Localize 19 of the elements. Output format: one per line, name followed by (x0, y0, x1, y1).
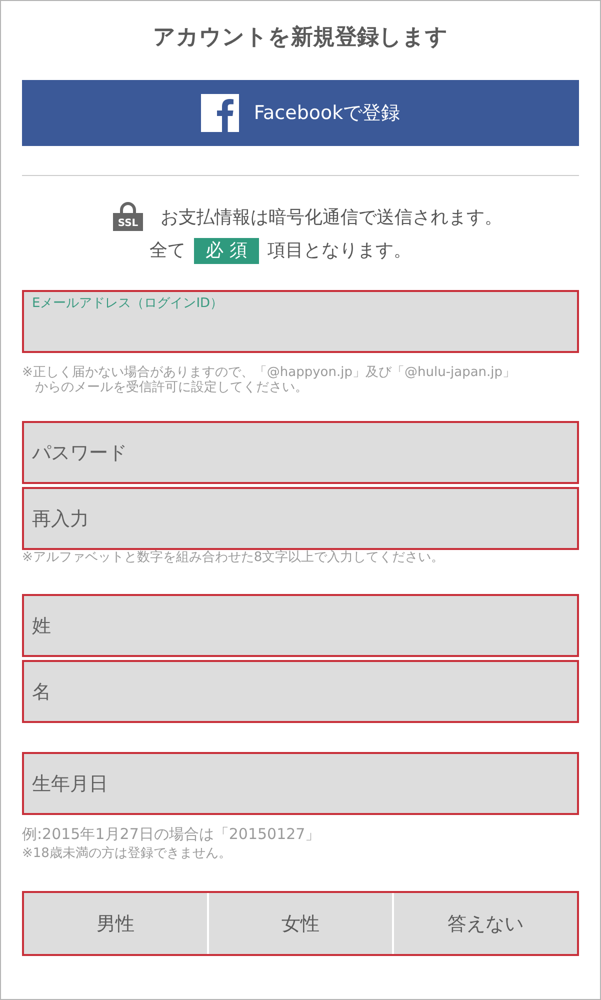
input-field[interactable]: パスワード (22, 421, 579, 484)
encryption-notice: お支払情報は暗号化通信で送信されます。 (160, 206, 502, 230)
input-field[interactable]: 生年月日 (22, 752, 579, 815)
input-field[interactable]: 再入力 (22, 487, 579, 550)
gender-option[interactable]: 女性 (209, 893, 392, 954)
help-text: ※18歳未満の方は登録できません。 (22, 846, 232, 861)
gender-option[interactable]: 答えない (394, 893, 577, 954)
help-text: ※アルファベットと数字を組み合わせた8文字以上で入力してください。 (22, 550, 446, 565)
input-field[interactable]: 姓 (22, 594, 579, 657)
gender-option[interactable]: 男性 (24, 893, 207, 954)
facebook-signup-button[interactable]: Facebookで登録 (22, 80, 579, 146)
input-field[interactable]: 名 (22, 660, 579, 723)
required-badge: 必 須 (194, 238, 260, 264)
page-title: アカウントを新規登録します (152, 24, 449, 52)
help-text: ※正しく届かない場合がありますので、「@happyon.jp」及び「@hulu-japan.jp」 からのメールを受信許可に設定してください。 (22, 365, 517, 395)
help-text: 例:2015年1月27日の場合は「20150127」 (22, 825, 322, 843)
facebook-logo-icon (200, 94, 239, 132)
required-notice-text: 全て (150, 239, 186, 263)
required-notice-text: 項目となります。 (267, 239, 412, 263)
